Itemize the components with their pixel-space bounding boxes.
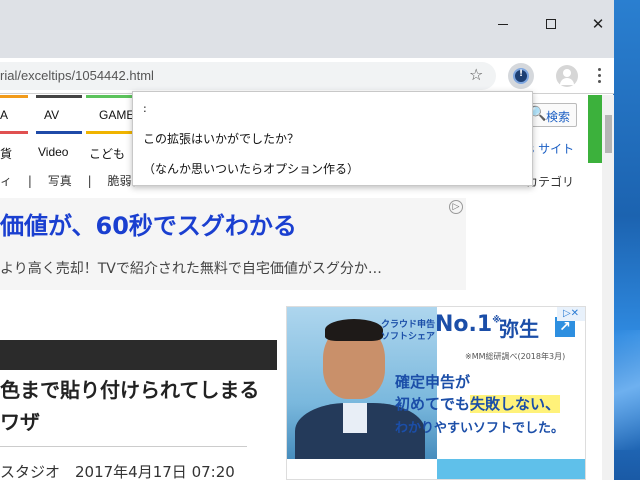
subnav-separator: | bbox=[27, 174, 32, 188]
close-button[interactable]: ✕ bbox=[588, 14, 608, 34]
avatar-body-icon bbox=[560, 78, 574, 85]
banner-brand: 弥生 bbox=[499, 317, 539, 341]
banner-no1: No.1※ bbox=[435, 312, 501, 337]
nav-accent-line bbox=[0, 95, 28, 98]
wallpaper-streak bbox=[612, 330, 640, 450]
popup-colon: : bbox=[143, 102, 147, 115]
nav-item-game[interactable]: GAME bbox=[99, 108, 134, 122]
page-scrollbar[interactable] bbox=[602, 95, 614, 480]
profile-avatar[interactable] bbox=[556, 65, 578, 87]
browser-window: ✕ rial/exceltips/1054442.html ☆ ! A AV G… bbox=[0, 0, 614, 480]
nav-accent-line bbox=[86, 95, 132, 98]
minimize-icon bbox=[498, 24, 508, 25]
ad-photo-hair bbox=[325, 319, 383, 341]
section-header-band bbox=[0, 340, 277, 370]
extension-button[interactable]: ! bbox=[508, 63, 534, 89]
nav-item-money[interactable]: 貨 bbox=[0, 145, 12, 162]
ad-close-icon[interactable]: ▷✕ bbox=[557, 307, 585, 321]
address-bar[interactable]: rial/exceltips/1054442.html ☆ bbox=[0, 62, 496, 90]
minimize-button[interactable] bbox=[493, 14, 513, 34]
article-title[interactable]: 色まで貼り付けられてしまるワザ bbox=[0, 374, 270, 438]
nav-accent-line bbox=[36, 131, 82, 134]
nav-accent-line bbox=[86, 131, 132, 134]
subnav-item[interactable]: ィ bbox=[0, 174, 12, 188]
extension-popup: : この拡張はいかがでしたか？ （なんか思いついたらオプション作る） bbox=[132, 91, 533, 186]
maximize-button[interactable] bbox=[541, 14, 561, 34]
nav-accent-line bbox=[0, 131, 28, 134]
ad-description[interactable]: より高く売却！TVで紹介された無料で自宅価値がスグ分か… bbox=[0, 258, 382, 278]
adchoices-icon[interactable]: ▷ bbox=[449, 200, 463, 214]
nav-item-a[interactable]: A bbox=[0, 108, 8, 122]
banner-bottom-left bbox=[287, 459, 437, 479]
url-text[interactable]: rial/exceltips/1054442.html bbox=[0, 68, 154, 83]
maximize-icon bbox=[546, 19, 556, 29]
popup-hint: （なんか思いついたらオプション作る） bbox=[143, 162, 360, 176]
nav-item-video[interactable]: Video bbox=[38, 145, 68, 159]
site-link[interactable]: s サイト bbox=[528, 140, 574, 157]
title-bar: ✕ bbox=[0, 0, 614, 58]
banner-bottom-right bbox=[437, 459, 585, 479]
bookmark-star-icon[interactable]: ☆ bbox=[469, 65, 483, 84]
close-icon: ✕ bbox=[591, 15, 605, 33]
browser-menu-icon[interactable] bbox=[592, 66, 606, 86]
avatar-head-icon bbox=[563, 69, 571, 77]
banner-copy1: 確定申告が bbox=[395, 373, 471, 391]
search-button-label: 検索 bbox=[546, 110, 571, 124]
nav-accent-line bbox=[36, 95, 82, 98]
banner-note: ※MM総研調べ(2018年3月) bbox=[465, 352, 566, 361]
banner-copy3: わかりやすいソフトでした。 bbox=[395, 421, 565, 436]
side-accent-bar bbox=[588, 95, 602, 163]
scrollbar-thumb[interactable] bbox=[605, 115, 612, 153]
divider bbox=[0, 446, 247, 447]
popup-question: この拡張はいかがでしたか？ bbox=[143, 132, 300, 146]
desktop-wallpaper bbox=[612, 0, 640, 480]
ad-photo-shirt bbox=[343, 403, 367, 433]
banner-ad[interactable]: クラウド申告 ソフトシェア No.1※ 弥生 ↗ ※MM総研調べ(2018年3月… bbox=[286, 306, 586, 480]
banner-no1-text: No.1 bbox=[435, 312, 493, 337]
ad-headline[interactable]: 価値が、60秒でスグわかる bbox=[0, 206, 297, 241]
banner-copy2: 初めてでも失敗しない、 bbox=[395, 393, 561, 414]
article-meta: スタジオ 2017年4月17日 07:20 bbox=[0, 463, 235, 480]
banner-copy2a: 初めてでも bbox=[395, 395, 471, 413]
banner-copy2b: 失敗しない、 bbox=[470, 395, 561, 413]
banner-line2: ソフトシェア bbox=[381, 332, 436, 342]
nav-item-av[interactable]: AV bbox=[44, 108, 59, 122]
extension-icon: ! bbox=[513, 68, 529, 84]
nav-item-kids[interactable]: こども bbox=[89, 145, 125, 162]
subnav-separator: | bbox=[87, 174, 92, 188]
category-link[interactable]: カテゴリ bbox=[526, 173, 574, 190]
subnav-item-photo[interactable]: 写真 bbox=[48, 174, 72, 188]
